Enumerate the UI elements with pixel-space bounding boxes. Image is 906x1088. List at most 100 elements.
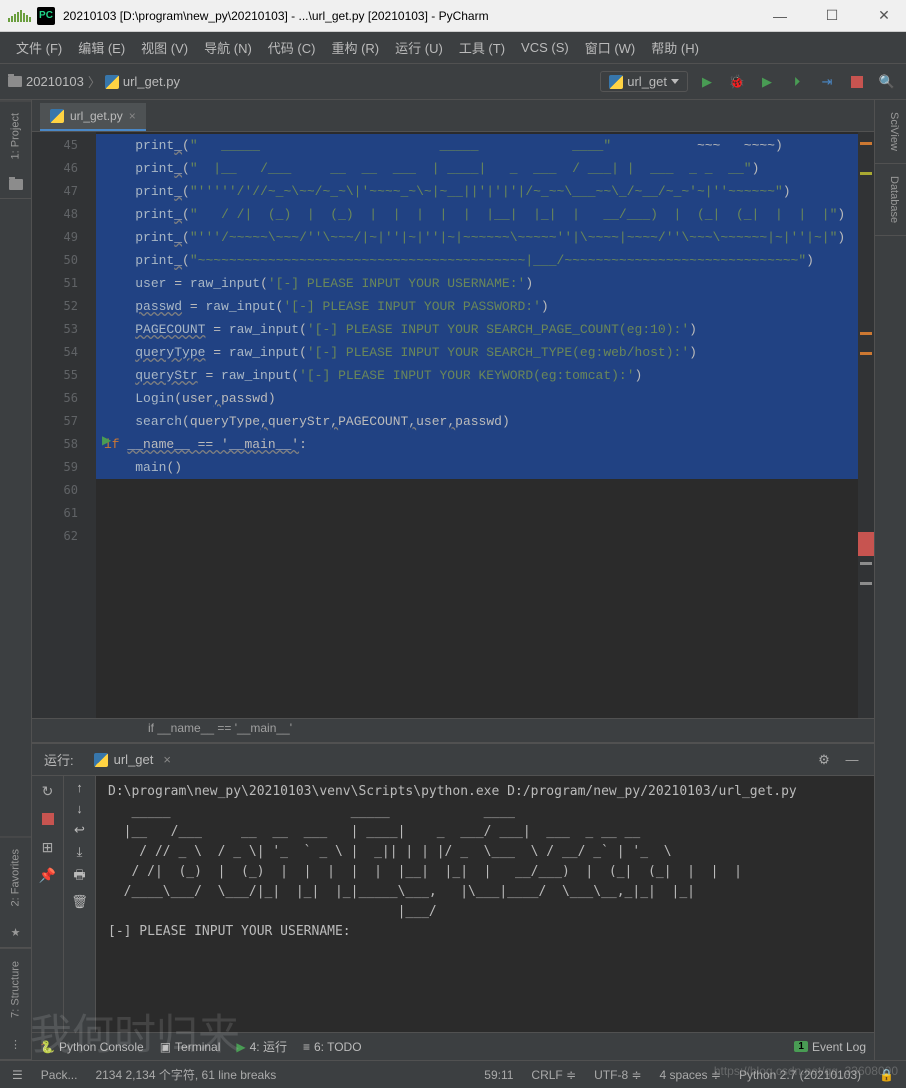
stop-button[interactable] xyxy=(846,71,868,93)
code-line[interactable]: queryType = raw_input('[-] PLEASE INPUT … xyxy=(96,341,858,364)
crumb-file[interactable]: url_get.py xyxy=(105,74,180,89)
run-gutter-icon[interactable]: ▶ xyxy=(102,433,111,447)
maximize-button[interactable]: ☐ xyxy=(818,4,846,28)
close-button[interactable]: ✕ xyxy=(870,4,898,28)
menubar: 文件 (F)编辑 (E)视图 (V)导航 (N)代码 (C)重构 (R)运行 (… xyxy=(0,32,906,64)
code-line[interactable]: Login(user,passwd) xyxy=(96,387,858,410)
rerun-button[interactable]: ↻ xyxy=(37,780,59,802)
minimize-panel-icon[interactable]: — xyxy=(842,750,862,770)
status-position[interactable]: 59:11 xyxy=(484,1068,513,1082)
tab-run[interactable]: ▶ 4: 运行 xyxy=(236,1038,287,1055)
right-sidebar: SciView Database xyxy=(874,100,906,1060)
status-encoding[interactable]: UTF-8 ≑ xyxy=(594,1068,641,1082)
statusbar: ☰ Pack... 2134 2,134 个字符, 61 line breaks… xyxy=(0,1060,906,1088)
code-line[interactable] xyxy=(96,502,858,525)
window-title: 20210103 [D:\program\new_py\20210103] - … xyxy=(63,9,766,23)
code-line[interactable]: print_(" |__ /___ __ __ ___ | ____| _ __… xyxy=(96,157,858,180)
profile-button[interactable]: ⏵ xyxy=(786,71,808,93)
sidebar-folder-icon[interactable] xyxy=(0,171,31,199)
code-line[interactable]: main() xyxy=(96,456,858,479)
pin-button[interactable]: 📌 xyxy=(37,864,59,886)
sidebar-tab-favorites[interactable]: 2: Favorites xyxy=(0,836,31,918)
tab-bar: url_get.py × xyxy=(32,100,874,132)
code-line[interactable]: search(queryType,queryStr,PAGECOUNT,user… xyxy=(96,410,858,433)
status-lock-icon[interactable]: 🔒 xyxy=(879,1068,894,1082)
code-line[interactable]: print_("'''/~~~~~\~~~/''\~~~/|~|''|~|''|… xyxy=(96,226,858,249)
code-line[interactable]: PAGECOUNT = raw_input('[-] PLEASE INPUT … xyxy=(96,318,858,341)
close-tab-icon[interactable]: × xyxy=(129,109,136,123)
sidebar-tab-sciview[interactable]: SciView xyxy=(875,100,906,164)
menu-item[interactable]: 运行 (U) xyxy=(387,34,451,61)
menu-item[interactable]: 工具 (T) xyxy=(451,34,513,61)
minimap[interactable] xyxy=(858,132,874,718)
status-indent[interactable]: 4 spaces ≑ xyxy=(660,1068,721,1082)
search-everywhere-button[interactable]: 🔍 xyxy=(876,71,898,93)
status-line-ending[interactable]: CRLF ≑ xyxy=(531,1068,576,1082)
crumb-project[interactable]: 20210103 xyxy=(8,74,84,89)
editor-pane[interactable]: 454647484950515253545556575859606162 ▶ p… xyxy=(32,132,874,718)
run-panel-label: 运行: xyxy=(44,750,74,769)
tab-todo[interactable]: ≡ 6: TODO xyxy=(303,1040,362,1054)
context-bar: if __name__ == '__main__' xyxy=(32,718,874,742)
menu-item[interactable]: 帮助 (H) xyxy=(643,34,707,61)
file-tab-url-get[interactable]: url_get.py × xyxy=(40,103,146,131)
code-line[interactable]: if __name__ == '__main__': xyxy=(96,433,858,456)
run-panel-header: 运行: url_get × ⚙ — xyxy=(32,744,874,776)
status-packages[interactable]: Pack... xyxy=(41,1068,78,1082)
titlebar: PC 20210103 [D:\program\new_py\20210103]… xyxy=(0,0,906,32)
console-output[interactable]: D:\program\new_py\20210103\venv\Scripts\… xyxy=(96,776,874,1032)
menu-item[interactable]: 视图 (V) xyxy=(133,34,196,61)
menu-item[interactable]: 编辑 (E) xyxy=(70,34,133,61)
down-button[interactable]: ↓ xyxy=(76,801,83,816)
status-interpreter[interactable]: Python 2.7 (20210103) xyxy=(739,1068,861,1082)
scroll-end-button[interactable]: ⤓ xyxy=(77,844,83,860)
soft-wrap-button[interactable]: ↩ xyxy=(74,822,85,838)
code-area[interactable]: print_(" _____ _____ ____" ~~~ ~~~~) pri… xyxy=(96,132,858,718)
run-toolbar-primary: ↻ ⊞ 📌 xyxy=(32,776,64,1032)
code-line[interactable]: print_("~~~~~~~~~~~~~~~~~~~~~~~~~~~~~~~~… xyxy=(96,249,858,272)
python-file-icon xyxy=(50,109,64,123)
menu-item[interactable]: 代码 (C) xyxy=(260,34,324,61)
sidebar-tab-database[interactable]: Database xyxy=(875,164,906,236)
run-button[interactable]: ▶ xyxy=(696,71,718,93)
python-icon xyxy=(94,753,108,767)
minimize-button[interactable]: — xyxy=(766,4,794,28)
code-line[interactable]: user = raw_input('[-] PLEASE INPUT YOUR … xyxy=(96,272,858,295)
code-line[interactable]: print_(" / /| (_) | (_) | | | | | |__| |… xyxy=(96,203,858,226)
menu-item[interactable]: 导航 (N) xyxy=(196,34,260,61)
menu-item[interactable]: 窗口 (W) xyxy=(577,34,644,61)
code-line[interactable]: print_(" _____ _____ ____" ~~~ ~~~~) xyxy=(96,134,858,157)
structure-icon[interactable]: ⋮ xyxy=(0,1030,31,1060)
favorites-star-icon[interactable]: ★ xyxy=(0,918,31,948)
cpu-meter xyxy=(8,10,31,22)
navbar: 20210103 〉 url_get.py url_get ▶ 🐞 ▶ ⏵ ⇥ … xyxy=(0,64,906,100)
python-file-icon xyxy=(105,75,119,89)
code-line[interactable] xyxy=(96,525,858,548)
run-config-selector[interactable]: url_get xyxy=(600,71,688,92)
code-line[interactable] xyxy=(96,479,858,502)
up-button[interactable]: ↑ xyxy=(76,780,83,795)
tab-event-log[interactable]: 1 Event Log xyxy=(794,1040,866,1054)
breadcrumb: 20210103 〉 url_get.py xyxy=(8,72,600,91)
code-line[interactable]: queryStr = raw_input('[-] PLEASE INPUT Y… xyxy=(96,364,858,387)
code-line[interactable]: passwd = raw_input('[-] PLEASE INPUT YOU… xyxy=(96,295,858,318)
menu-item[interactable]: VCS (S) xyxy=(513,36,577,59)
coverage-button[interactable]: ▶ xyxy=(756,71,778,93)
tab-terminal[interactable]: ▣ Terminal xyxy=(160,1040,221,1054)
clear-button[interactable]: 🗑 xyxy=(71,894,88,910)
layout-button[interactable]: ⊞ xyxy=(37,836,59,858)
print-button[interactable]: 🖶 xyxy=(73,866,85,888)
settings-icon[interactable]: ⚙ xyxy=(814,750,834,770)
status-menu-icon[interactable]: ☰ xyxy=(12,1068,23,1082)
menu-item[interactable]: 文件 (F) xyxy=(8,34,70,61)
debug-button[interactable]: 🐞 xyxy=(726,71,748,93)
code-line[interactable]: print_("'''''/'//~_~\~~/~_~\|'~~~~_~\~|~… xyxy=(96,180,858,203)
tab-python-console[interactable]: 🐍 Python Console xyxy=(40,1040,144,1054)
stop-run-button[interactable] xyxy=(37,808,59,830)
attach-button[interactable]: ⇥ xyxy=(816,71,838,93)
sidebar-tab-project[interactable]: 1: Project xyxy=(0,100,31,171)
sidebar-tab-structure[interactable]: 7: Structure xyxy=(0,948,31,1030)
run-panel: 运行: url_get × ⚙ — ↻ ⊞ 📌 ↑ xyxy=(32,742,874,1032)
menu-item[interactable]: 重构 (R) xyxy=(323,34,387,61)
run-tab[interactable]: url_get × xyxy=(86,748,179,771)
